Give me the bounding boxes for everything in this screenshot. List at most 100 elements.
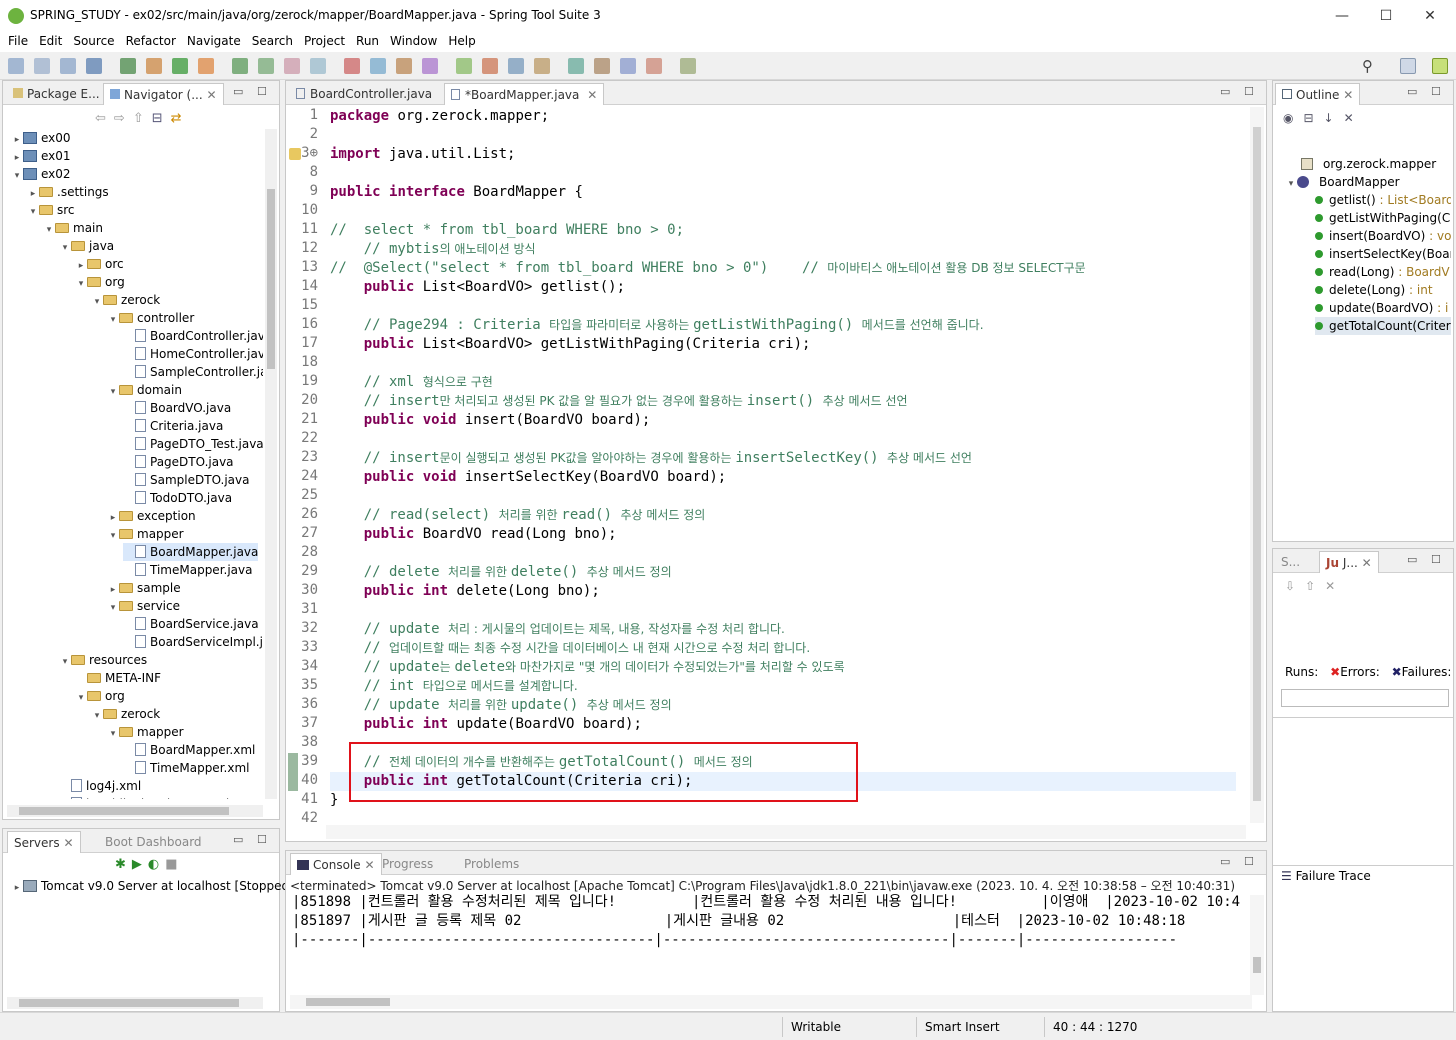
code-line[interactable]: public List<BoardVO> getlist(); bbox=[330, 278, 625, 297]
chevron-down-icon[interactable]: ▾ bbox=[107, 725, 119, 743]
profile-server-icon[interactable]: ◐ bbox=[148, 857, 165, 872]
outline-interface[interactable]: ▾ BoardMapper bbox=[1285, 173, 1400, 191]
code-line[interactable]: public List<BoardVO> getListWithPaging(C… bbox=[330, 335, 811, 354]
tab-progress[interactable]: Progress bbox=[376, 853, 439, 875]
tree-item[interactable]: PageDTO.java bbox=[123, 453, 234, 471]
maximize-view-icon[interactable]: ☐ bbox=[1431, 85, 1441, 98]
toolbar-button-icon[interactable] bbox=[396, 58, 412, 74]
tree-item[interactable]: ▸ ex01 bbox=[11, 147, 71, 165]
menu-search[interactable]: Search bbox=[248, 32, 300, 52]
outline-member[interactable]: getlist() : List<Board bbox=[1315, 191, 1451, 209]
collapse-all-icon[interactable]: ⊟ bbox=[152, 111, 171, 126]
maximize-view-icon[interactable]: ☐ bbox=[257, 85, 267, 98]
menu-source[interactable]: Source bbox=[69, 32, 121, 52]
menu-refactor[interactable]: Refactor bbox=[122, 32, 183, 52]
menu-help[interactable]: Help bbox=[444, 32, 482, 52]
code-line[interactable]: // insert만 처리되고 생성된 PK 값을 알 필요가 없는 경우에 활… bbox=[330, 392, 908, 411]
toolbar-button-icon[interactable] bbox=[534, 58, 550, 74]
code-line[interactable]: import java.util.List; bbox=[330, 145, 515, 164]
server-item[interactable]: ▸ Tomcat v9.0 Server at localhost [Stoppe… bbox=[11, 877, 293, 895]
back-icon[interactable]: ⇦ bbox=[95, 111, 114, 126]
code-line[interactable]: // select * from tbl_board WHERE bno > 0… bbox=[330, 221, 684, 240]
collapse-icon[interactable]: ⊟ bbox=[1303, 111, 1323, 125]
tab-servers[interactable]: Servers ✕ bbox=[7, 831, 81, 853]
code-line[interactable]: // Page294 : Criteria 타입을 파라미터로 사용하는 get… bbox=[330, 316, 984, 335]
chevron-down-icon[interactable]: ▾ bbox=[59, 653, 71, 671]
toolbar-button-icon[interactable] bbox=[284, 58, 300, 74]
tree-item[interactable]: SampleController.ja bbox=[123, 363, 263, 381]
chevron-down-icon[interactable]: ▾ bbox=[107, 383, 119, 401]
tab-spring-explorer[interactable]: S... bbox=[1275, 551, 1306, 573]
tree-item[interactable]: log4j.xml bbox=[59, 777, 141, 795]
tree-item[interactable]: ▾ main bbox=[43, 219, 103, 237]
outline-member[interactable]: read(Long) : BoardV bbox=[1315, 263, 1450, 281]
minimize-view-icon[interactable]: ▭ bbox=[1407, 553, 1417, 566]
link-editor-icon[interactable]: ⇄ bbox=[171, 111, 190, 126]
code-line[interactable]: public int update(BoardVO board); bbox=[330, 715, 642, 734]
tree-item[interactable]: log4jdbc.log4j2.properties bbox=[59, 795, 243, 799]
chevron-down-icon[interactable]: ▾ bbox=[91, 707, 103, 725]
tab-problems[interactable]: Problems bbox=[458, 853, 525, 875]
tree-item[interactable]: ▸ sample bbox=[107, 579, 181, 597]
next-failure-icon[interactable]: ⇩ bbox=[1285, 579, 1305, 593]
chevron-down-icon[interactable]: ▾ bbox=[75, 275, 87, 293]
code-line[interactable]: // read(select) 처리를 위한 read() 추상 메서드 정의 bbox=[330, 506, 706, 525]
minimize-view-icon[interactable]: ▭ bbox=[1407, 85, 1417, 98]
menu-file[interactable]: File bbox=[4, 32, 35, 52]
forward-icon[interactable]: ⇨ bbox=[114, 111, 133, 126]
chevron-down-icon[interactable]: ▾ bbox=[43, 221, 55, 239]
maximize-view-icon[interactable]: ☐ bbox=[1244, 85, 1254, 98]
toolbar-button-icon[interactable] bbox=[482, 58, 498, 74]
chevron-down-icon[interactable]: ▾ bbox=[59, 239, 71, 257]
tree-item[interactable]: ▾ controller bbox=[107, 309, 195, 327]
close-icon[interactable]: ✕ bbox=[1362, 556, 1372, 570]
tree-item[interactable]: ▾ service bbox=[107, 597, 180, 615]
tree-item[interactable]: ▸ exception bbox=[107, 507, 196, 525]
toolbar-button-icon[interactable] bbox=[646, 58, 662, 74]
close-icon[interactable]: ✕ bbox=[1343, 88, 1353, 102]
code-line[interactable]: // @Select("select * from tbl_board WHER… bbox=[330, 259, 1086, 278]
toolbar-button-icon[interactable] bbox=[344, 58, 360, 74]
console-hscrollbar[interactable] bbox=[290, 995, 1252, 1009]
code-line[interactable]: // delete 처리를 위한 delete() 추상 메서드 정의 bbox=[330, 563, 672, 582]
toolbar-button-icon[interactable] bbox=[680, 58, 696, 74]
toolbar-button-icon[interactable] bbox=[198, 58, 214, 74]
code-line[interactable]: public int delete(Long bno); bbox=[330, 582, 600, 601]
tab-outline[interactable]: Outline ✕ bbox=[1275, 83, 1361, 105]
toolbar-button-icon[interactable] bbox=[232, 58, 248, 74]
tree-item[interactable]: BoardController.java bbox=[123, 327, 263, 345]
tree-item[interactable]: HomeController.jav bbox=[123, 345, 263, 363]
tab-junit[interactable]: Ju J... ✕ bbox=[1319, 551, 1379, 573]
tab-boot-dashboard[interactable]: Boot Dashboard bbox=[99, 831, 208, 853]
tree-item[interactable]: TodoDTO.java bbox=[123, 489, 232, 507]
tab-package-explorer[interactable]: Package E... bbox=[7, 83, 106, 105]
tree-item[interactable]: ▾ org bbox=[75, 687, 125, 705]
search-icon[interactable]: ⚲ bbox=[1362, 57, 1373, 75]
toolbar-button-icon[interactable] bbox=[508, 58, 524, 74]
tree-item[interactable]: BoardService.java bbox=[123, 615, 259, 633]
toolbar-button-icon[interactable] bbox=[8, 58, 24, 74]
chevron-down-icon[interactable]: ▾ bbox=[11, 167, 23, 185]
tree-item[interactable]: ▸ .settings bbox=[27, 183, 109, 201]
prev-failure-icon[interactable]: ⇧ bbox=[1305, 579, 1325, 593]
toolbar-button-icon[interactable] bbox=[146, 58, 162, 74]
outline-member[interactable]: getListWithPaging(C bbox=[1315, 209, 1450, 227]
menu-navigate[interactable]: Navigate bbox=[183, 32, 248, 52]
tree-item[interactable]: ▾ mapper bbox=[107, 525, 184, 543]
code-area[interactable]: 1 package org.zerock.mapper; 2 3⊕ import jav… bbox=[286, 107, 1236, 823]
outline-package[interactable]: org.zerock.mapper bbox=[1301, 155, 1436, 173]
tree-scrollbar[interactable] bbox=[265, 129, 277, 799]
toolbar-button-icon[interactable] bbox=[370, 58, 386, 74]
tree-item[interactable]: ▾ java bbox=[59, 237, 114, 255]
maximize-view-icon[interactable]: ☐ bbox=[1244, 855, 1254, 868]
chevron-down-icon[interactable]: ▾ bbox=[27, 203, 39, 221]
tree-item[interactable]: ▾ ex02 bbox=[11, 165, 71, 183]
toolbar-button-icon[interactable] bbox=[86, 58, 102, 74]
outline-member[interactable]: update(BoardVO) : i bbox=[1315, 299, 1448, 317]
toolbar-button-icon[interactable] bbox=[258, 58, 274, 74]
tree-item[interactable]: ▾ zerock bbox=[91, 291, 161, 309]
tree-item[interactable]: BoardMapper.java bbox=[123, 543, 259, 561]
close-button[interactable]: ✕ bbox=[1408, 4, 1452, 28]
tree-item[interactable]: ▾ zerock bbox=[91, 705, 161, 725]
outline-member[interactable]: delete(Long) : int bbox=[1315, 281, 1433, 299]
